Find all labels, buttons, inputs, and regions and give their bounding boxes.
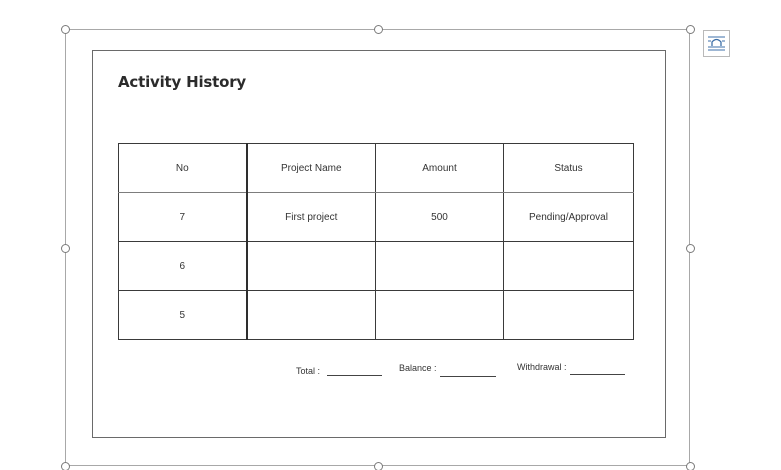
cell-no: 7 (118, 192, 248, 242)
cell-no: 6 (118, 241, 248, 291)
table-row: 5 (118, 290, 634, 340)
cell-no: 5 (118, 290, 248, 340)
layout-options-button[interactable] (703, 30, 730, 57)
activity-history-card: Activity History No Project Name Amount … (92, 50, 666, 438)
resize-handle-top-left[interactable] (61, 25, 70, 34)
cell-amount (375, 290, 504, 340)
balance-value-line (440, 376, 497, 377)
cell-status (503, 290, 634, 340)
resize-handle-top[interactable] (374, 25, 383, 34)
cell-project-name (246, 241, 376, 291)
resize-handle-right[interactable] (686, 244, 695, 253)
rotate-handle-icon[interactable] (370, 0, 386, 4)
resize-handle-top-right[interactable] (686, 25, 695, 34)
total-label: Total : (296, 366, 321, 376)
wrap-text-icon (708, 36, 725, 51)
balance-label: Balance : (399, 363, 437, 373)
page-title: Activity History (118, 73, 246, 91)
withdrawal-value-line (570, 374, 626, 375)
column-header-no: No (118, 143, 248, 193)
total-summary: Total : (296, 366, 382, 376)
cell-status (503, 241, 634, 291)
table-header-row: No Project Name Amount Status (118, 143, 634, 193)
resize-handle-bottom[interactable] (374, 462, 383, 470)
table-row: 6 (118, 241, 634, 291)
cell-project-name (246, 290, 376, 340)
resize-handle-bottom-right[interactable] (686, 462, 695, 470)
column-header-amount: Amount (375, 143, 504, 193)
cell-amount (375, 241, 504, 291)
cell-project-name: First project (246, 192, 376, 242)
table-row: 7 First project 500 Pending/Approval (118, 192, 634, 242)
total-value-line (326, 375, 382, 376)
withdrawal-summary: Withdrawal : (517, 362, 626, 375)
resize-handle-bottom-left[interactable] (61, 462, 70, 470)
resize-handle-left[interactable] (61, 244, 70, 253)
balance-summary: Balance : (399, 363, 497, 377)
column-header-project-name: Project Name (246, 143, 376, 193)
activity-table: No Project Name Amount Status 7 First pr… (118, 143, 634, 340)
canvas: Activity History No Project Name Amount … (0, 0, 781, 470)
cell-status: Pending/Approval (503, 192, 634, 242)
column-header-status: Status (503, 143, 634, 193)
withdrawal-label: Withdrawal : (517, 362, 567, 372)
cell-amount: 500 (375, 192, 504, 242)
